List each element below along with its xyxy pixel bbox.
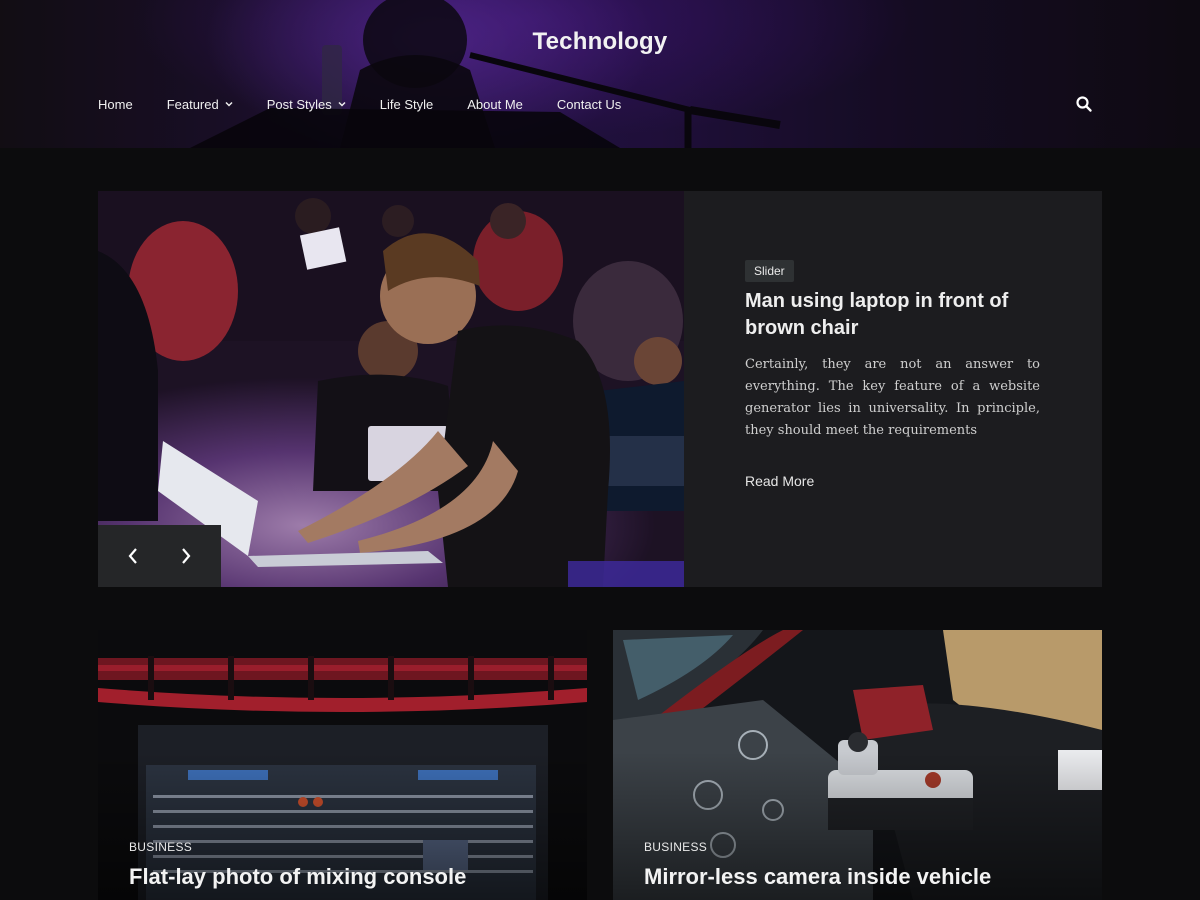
site-title[interactable]: Technology	[0, 28, 1200, 56]
featured-slider: Slider Man using laptop in front of brow…	[98, 191, 1102, 587]
header-background-image	[0, 0, 1200, 148]
nav-item-label: Featured	[166, 96, 219, 112]
read-more-link[interactable]: Read More	[745, 473, 814, 489]
post-category[interactable]: BUSINESS	[644, 840, 707, 854]
nav-item-label: Home	[98, 96, 133, 112]
slide-image[interactable]	[98, 191, 684, 587]
post-title[interactable]: Mirror-less camera inside vehicle	[644, 864, 991, 890]
slider-next-button[interactable]	[166, 536, 206, 576]
main-navigation: Home Featured Post Styles Life Style Abo…	[98, 94, 655, 114]
nav-item-about-me[interactable]: About Me	[467, 97, 523, 112]
site-header: Technology Home Featured Post Styles Lif…	[0, 0, 1200, 148]
chevron-right-icon	[182, 548, 191, 564]
nav-item-label: Life Style	[379, 96, 434, 112]
post-category[interactable]: BUSINESS	[129, 840, 192, 854]
chevron-down-icon	[225, 101, 233, 107]
chevron-down-icon	[338, 101, 346, 107]
slide-excerpt: Certainly, they are not an answer to eve…	[745, 357, 1040, 438]
nav-item-label: Contact Us	[556, 96, 622, 112]
post-card[interactable]: BUSINESS Flat-lay photo of mixing consol…	[98, 630, 587, 900]
post-card[interactable]: BUSINESS Mirror-less camera inside vehic…	[613, 630, 1102, 900]
chevron-left-icon	[128, 548, 137, 564]
slide-content: Slider Man using laptop in front of brow…	[684, 191, 1102, 587]
search-button[interactable]	[1075, 95, 1093, 113]
slide-title[interactable]: Man using laptop in front of brown chair	[745, 288, 1045, 342]
thumbnail-overlay	[613, 630, 1102, 900]
slider-controls	[98, 525, 221, 587]
nav-item-contact-us[interactable]: Contact Us	[557, 97, 621, 112]
nav-item-label: Post Styles	[266, 96, 332, 112]
slide-category-tag[interactable]: Slider	[745, 260, 794, 282]
nav-item-home[interactable]: Home	[98, 97, 133, 112]
nav-item-featured[interactable]: Featured	[167, 97, 233, 112]
search-icon	[1076, 96, 1092, 112]
nav-item-post-styles[interactable]: Post Styles	[267, 97, 346, 112]
post-title[interactable]: Flat-lay photo of mixing console	[129, 864, 466, 890]
nav-item-life-style[interactable]: Life Style	[380, 97, 433, 112]
thumbnail-overlay	[98, 630, 587, 900]
slider-prev-button[interactable]	[113, 536, 153, 576]
nav-item-label: About Me	[467, 96, 523, 112]
